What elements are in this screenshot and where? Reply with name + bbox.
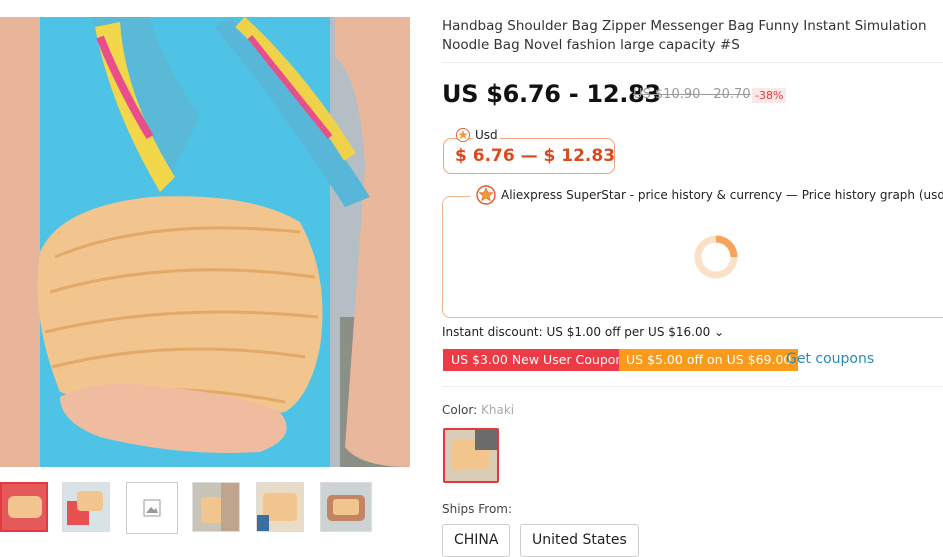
thumbnail-6[interactable] <box>320 482 372 532</box>
get-coupons-link[interactable]: Get coupons <box>786 351 874 367</box>
color-label: Color: Khaki <box>442 403 514 417</box>
thumbnail-2[interactable] <box>62 482 110 532</box>
main-product-photo <box>0 17 410 467</box>
discount-badge: -38% <box>752 88 787 103</box>
thumbnail-3[interactable] <box>126 482 178 534</box>
original-price: US $10.90 - 20.70 <box>633 87 751 102</box>
thumbnail-strip <box>0 480 430 540</box>
currency-price-range: $ 6.76 — $ 12.83 <box>455 146 616 166</box>
new-user-coupon[interactable]: US $3.00 New User Coupon <box>443 349 632 371</box>
price-history-header[interactable]: Aliexpress SuperStar - price history & c… <box>470 185 943 205</box>
currency-label: Usd <box>473 128 500 142</box>
ships-from-label: Ships From: <box>442 502 513 516</box>
color-label-text: Color: <box>442 403 481 417</box>
image-placeholder-icon <box>127 483 177 533</box>
instant-discount[interactable]: Instant discount: US $1.00 off per US $1… <box>442 325 724 339</box>
thumbnail-5[interactable] <box>256 482 304 532</box>
loading-spinner-icon <box>694 235 738 279</box>
thumbnail-4[interactable] <box>192 482 240 532</box>
superstar-star-icon <box>476 185 496 205</box>
product-photo-illustration <box>0 17 410 467</box>
thumbnail-1[interactable] <box>0 482 48 532</box>
product-title: Handbag Shoulder Bag Zipper Messenger Ba… <box>442 18 927 53</box>
price-range: US $6.76 - 12.83 <box>442 80 661 108</box>
price-history-title: Aliexpress SuperStar - price history & c… <box>501 188 943 202</box>
ships-from-united-states[interactable]: United States <box>520 524 639 557</box>
divider <box>442 62 943 63</box>
ships-from-china[interactable]: CHINA <box>442 524 511 557</box>
store-coupon[interactable]: US $5.00 off on US $69.00 <box>619 349 799 371</box>
divider <box>442 386 943 387</box>
color-value: Khaki <box>480 403 515 417</box>
color-swatch-khaki[interactable] <box>443 428 499 483</box>
superstar-star-icon <box>456 128 470 142</box>
